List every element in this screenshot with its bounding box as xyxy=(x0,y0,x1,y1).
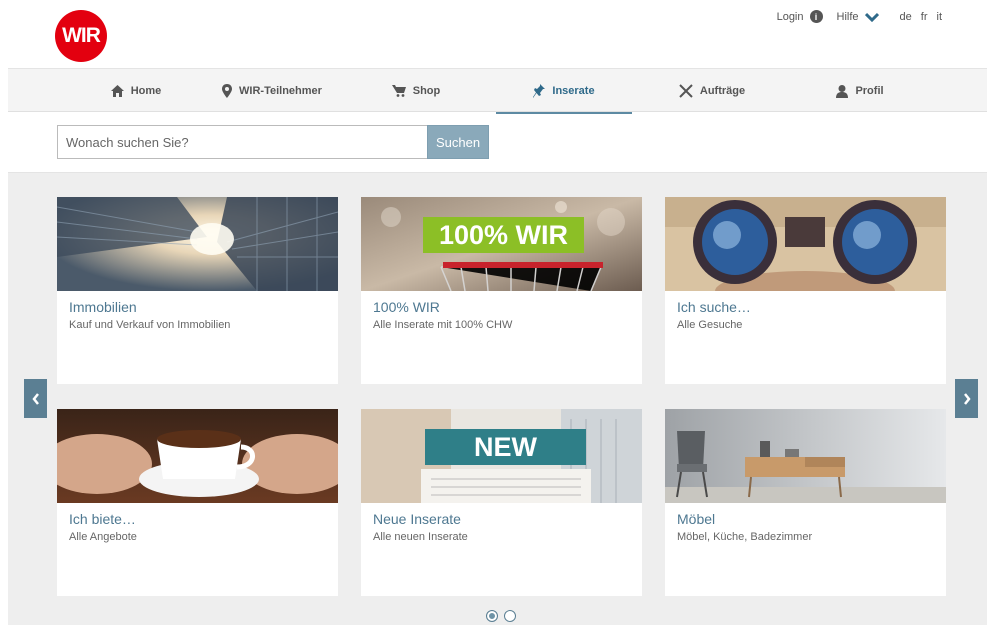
nav-label: WIR-Teilnehmer xyxy=(239,85,322,97)
nav-label: Shop xyxy=(412,85,441,97)
lang-it[interactable]: it xyxy=(937,11,943,23)
carousel-prev-button[interactable] xyxy=(24,379,47,418)
nav-label: Home xyxy=(130,85,162,97)
map-pin-icon xyxy=(222,84,233,98)
card-subtitle: Alle Inserate mit 100% CHW xyxy=(373,319,513,331)
card-title: Ich suche… xyxy=(677,299,751,315)
tools-icon xyxy=(679,84,693,98)
search-input[interactable] xyxy=(57,125,427,159)
coffee-cup-photo xyxy=(57,409,338,503)
nav-wir-teilnehmer[interactable]: WIR-Teilnehmer xyxy=(204,69,340,113)
nav-auftraege[interactable]: Aufträge xyxy=(644,69,780,113)
carousel-dot-1[interactable] xyxy=(486,610,498,622)
home-icon xyxy=(110,85,124,97)
card-subtitle: Alle Angebote xyxy=(69,531,137,543)
carousel-next-button[interactable] xyxy=(955,379,978,418)
lang-de[interactable]: de xyxy=(900,11,912,23)
header: WIR Login i Hilfe de fr it xyxy=(0,0,987,68)
card-title: Immobilien xyxy=(69,299,137,315)
nav-home[interactable]: Home xyxy=(68,69,204,113)
shopping-cart-photo: 100% WIR xyxy=(361,197,642,291)
category-card-100-wir[interactable]: 100% WIR 100% WIR Alle Inserate mit 100%… xyxy=(361,197,642,384)
carousel-pagination xyxy=(486,610,516,622)
category-card-ich-biete[interactable]: Ich biete… Alle Angebote xyxy=(57,409,338,596)
card-title: Ich biete… xyxy=(69,511,136,527)
info-icon[interactable]: i xyxy=(809,10,823,23)
top-utility-bar: Login i Hilfe de fr it xyxy=(777,10,942,23)
pushpin-icon xyxy=(533,84,546,98)
card-subtitle: Kauf und Verkauf von Immobilien xyxy=(69,319,231,331)
nav-label: Aufträge xyxy=(699,85,746,97)
wir-logo[interactable]: WIR xyxy=(55,10,107,62)
card-subtitle: Möbel, Küche, Badezimmer xyxy=(677,531,813,543)
skyscrapers-photo xyxy=(57,197,338,291)
nav-label: Inserate xyxy=(552,85,595,97)
main-nav: Home WIR-Teilnehmer Shop Inserate Aufträ… xyxy=(8,68,987,114)
furniture-photo xyxy=(665,409,946,503)
binoculars-photo xyxy=(665,197,946,291)
card-subtitle: Alle neuen Inserate xyxy=(373,531,468,543)
overlay-text: 100% WIR xyxy=(438,219,569,250)
nav-label: Profil xyxy=(855,85,884,97)
lang-fr[interactable]: fr xyxy=(921,11,928,23)
nav-profil[interactable]: Profil xyxy=(792,69,928,113)
card-title: 100% WIR xyxy=(373,299,440,315)
help-link[interactable]: Hilfe xyxy=(837,11,859,23)
category-card-ich-suche[interactable]: Ich suche… Alle Gesuche xyxy=(665,197,946,384)
category-card-neue-inserate[interactable]: NEW Neue Inserate Alle neuen Inserate xyxy=(361,409,642,596)
login-link[interactable]: Login xyxy=(777,11,804,23)
card-subtitle: Alle Gesuche xyxy=(677,319,743,331)
chevron-right-icon xyxy=(963,392,971,405)
category-card-moebel[interactable]: Möbel Möbel, Küche, Badezimmer xyxy=(665,409,946,596)
newspaper-photo: NEW xyxy=(361,409,642,503)
chevron-down-icon[interactable] xyxy=(864,12,879,22)
nav-shop[interactable]: Shop xyxy=(348,69,484,113)
user-icon xyxy=(836,84,849,98)
logo-text: WIR xyxy=(62,24,101,47)
chevron-left-icon xyxy=(31,392,39,405)
carousel-dot-2[interactable] xyxy=(504,610,516,622)
search-button[interactable]: Suchen xyxy=(427,125,489,159)
category-card-immobilien[interactable]: Immobilien Kauf und Verkauf von Immobili… xyxy=(57,197,338,384)
cart-icon xyxy=(391,85,406,97)
nav-inserate[interactable]: Inserate xyxy=(496,69,632,114)
card-title: Neue Inserate xyxy=(373,511,461,527)
card-title: Möbel xyxy=(677,511,716,527)
overlay-text: NEW xyxy=(474,431,537,462)
search-bar: Suchen xyxy=(57,125,489,159)
